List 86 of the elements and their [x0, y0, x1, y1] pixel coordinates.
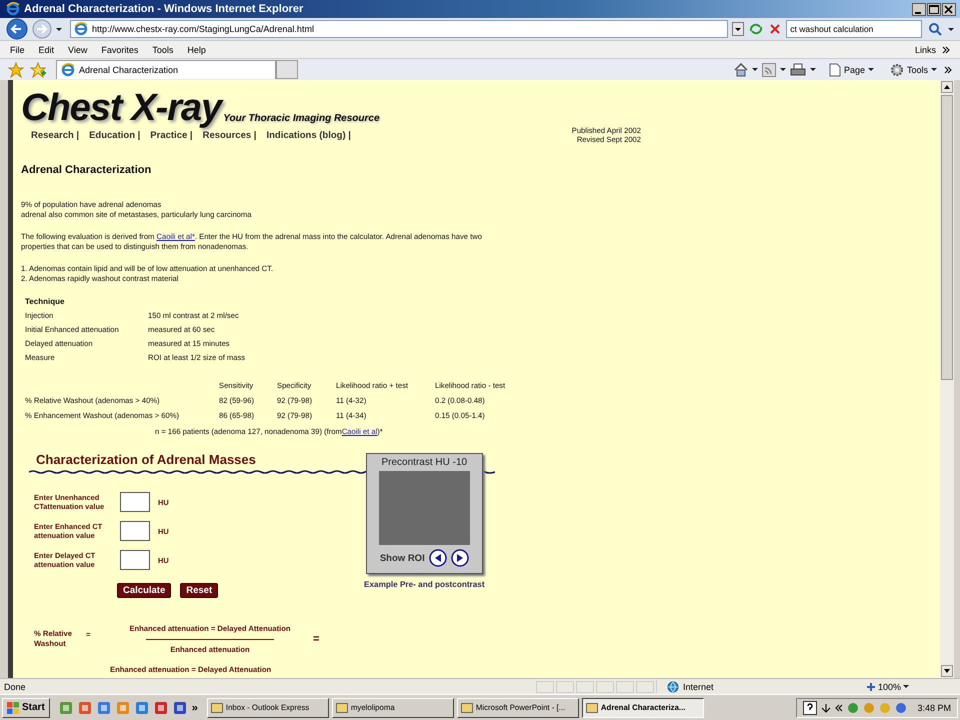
page-icon: [74, 22, 88, 36]
previous-button[interactable]: [428, 549, 447, 567]
maximize-button[interactable]: [927, 2, 941, 16]
address-field[interactable]: http://www.chestx-ray.com/StagingLungCa/Adrenal.html: [70, 20, 728, 38]
menu-item[interactable]: Tools: [152, 44, 174, 54]
page-heading: Adrenal Characterization: [21, 164, 152, 176]
close-button[interactable]: [942, 2, 956, 16]
search-button[interactable]: [926, 21, 944, 37]
stop-icon[interactable]: [768, 22, 782, 36]
search-options-caret-icon[interactable]: [948, 28, 954, 30]
status-text: Done: [4, 682, 27, 692]
page-menu-button[interactable]: Page: [826, 62, 877, 78]
menu-item[interactable]: View: [68, 44, 88, 54]
clock: 3:48 PM: [917, 702, 951, 712]
security-zone: Internet: [656, 680, 774, 693]
search-field[interactable]: ct washout calculation: [786, 20, 922, 38]
window-icon: [460, 702, 473, 714]
address-dropdown-button[interactable]: [732, 22, 744, 36]
tray-icon[interactable]: [895, 702, 908, 714]
scroll-thumb[interactable]: [941, 95, 953, 380]
window-icon: [586, 702, 598, 714]
equals-sign: =: [313, 633, 320, 645]
attenuation-input[interactable]: [120, 550, 150, 570]
browser-logo-icon: [6, 2, 20, 16]
zoom-control[interactable]: 100%: [866, 682, 910, 692]
links-label[interactable]: Links: [914, 44, 936, 54]
tray-chevron-icon[interactable]: [835, 704, 844, 712]
print-caret-icon[interactable]: [810, 68, 816, 71]
vertical-scrollbar[interactable]: [940, 80, 954, 678]
page-icon: [828, 62, 841, 76]
back-button[interactable]: [6, 18, 28, 40]
quick-launch-icon[interactable]: [172, 700, 187, 714]
calculator-title: Characterization of Adrenal Masses: [35, 452, 256, 467]
browser-tab[interactable]: Adrenal Characterization: [56, 60, 276, 79]
nav-link[interactable]: Practice |: [150, 130, 193, 141]
start-button[interactable]: Start: [2, 698, 50, 718]
gear-icon: [890, 62, 904, 76]
caret-icon: [903, 685, 910, 688]
window-icon: [336, 702, 348, 714]
more-button[interactable]: »: [192, 702, 198, 714]
nav-link[interactable]: Indications (blog) |: [266, 130, 351, 141]
quick-launch-icon[interactable]: [96, 700, 111, 714]
page-icon: [61, 63, 75, 77]
print-icon[interactable]: [790, 62, 806, 76]
history-caret-icon[interactable]: [56, 28, 62, 30]
quick-launch-icon[interactable]: [78, 700, 92, 714]
tray-expand-icon[interactable]: [821, 702, 832, 712]
add-favorite-icon[interactable]: [30, 62, 46, 78]
window-icon: [210, 702, 223, 714]
attenuation-input[interactable]: [120, 521, 150, 541]
nav-link[interactable]: Education |: [89, 130, 140, 141]
chevron-icon[interactable]: [942, 46, 950, 54]
menu-item[interactable]: Help: [187, 44, 206, 54]
menu-item[interactable]: Favorites: [101, 44, 138, 54]
menu-item[interactable]: Edit: [38, 44, 54, 54]
viewer-title: Precontrast HU -10: [381, 457, 468, 468]
technique-heading: Technique: [25, 296, 66, 307]
scroll-up-icon[interactable]: [941, 81, 953, 93]
quick-launch-icon[interactable]: [154, 700, 168, 714]
chevron-icon[interactable]: [944, 66, 952, 74]
home-icon[interactable]: [734, 62, 748, 76]
window-title: Adrenal Characterization - Windows Internet Explorer: [24, 3, 304, 15]
attenuation-input[interactable]: [120, 492, 150, 512]
home-caret-icon[interactable]: [752, 68, 758, 71]
globe-icon: [667, 680, 679, 692]
nav-link[interactable]: Research |: [31, 130, 80, 141]
quick-launch-icon[interactable]: [134, 700, 149, 714]
show-roi-link[interactable]: Show ROI: [380, 552, 425, 564]
scroll-down-icon[interactable]: [941, 665, 953, 677]
image-caption: Example Pre- and postcontrast: [364, 580, 485, 589]
reset-button[interactable]: Reset: [180, 583, 218, 598]
magnifier-icon: [866, 682, 876, 692]
tools-menu-button[interactable]: Tools: [886, 62, 940, 78]
minimize-button[interactable]: [912, 2, 926, 16]
menu-item[interactable]: File: [10, 44, 25, 54]
nav-link[interactable]: Resources |: [202, 130, 256, 141]
favorites-star-icon[interactable]: [8, 62, 24, 78]
next-button[interactable]: [450, 549, 469, 567]
windows-flag-icon: [7, 702, 19, 714]
help-icon[interactable]: [803, 700, 818, 714]
caret-icon: [868, 68, 874, 71]
site-tagline: Your Thoracic Imaging Resource: [223, 113, 380, 124]
caret-icon: [931, 68, 937, 71]
site-logo[interactable]: Chest X-ray: [21, 88, 222, 128]
calculate-button[interactable]: Calculate: [117, 583, 172, 598]
feeds-caret-icon[interactable]: [780, 68, 786, 71]
